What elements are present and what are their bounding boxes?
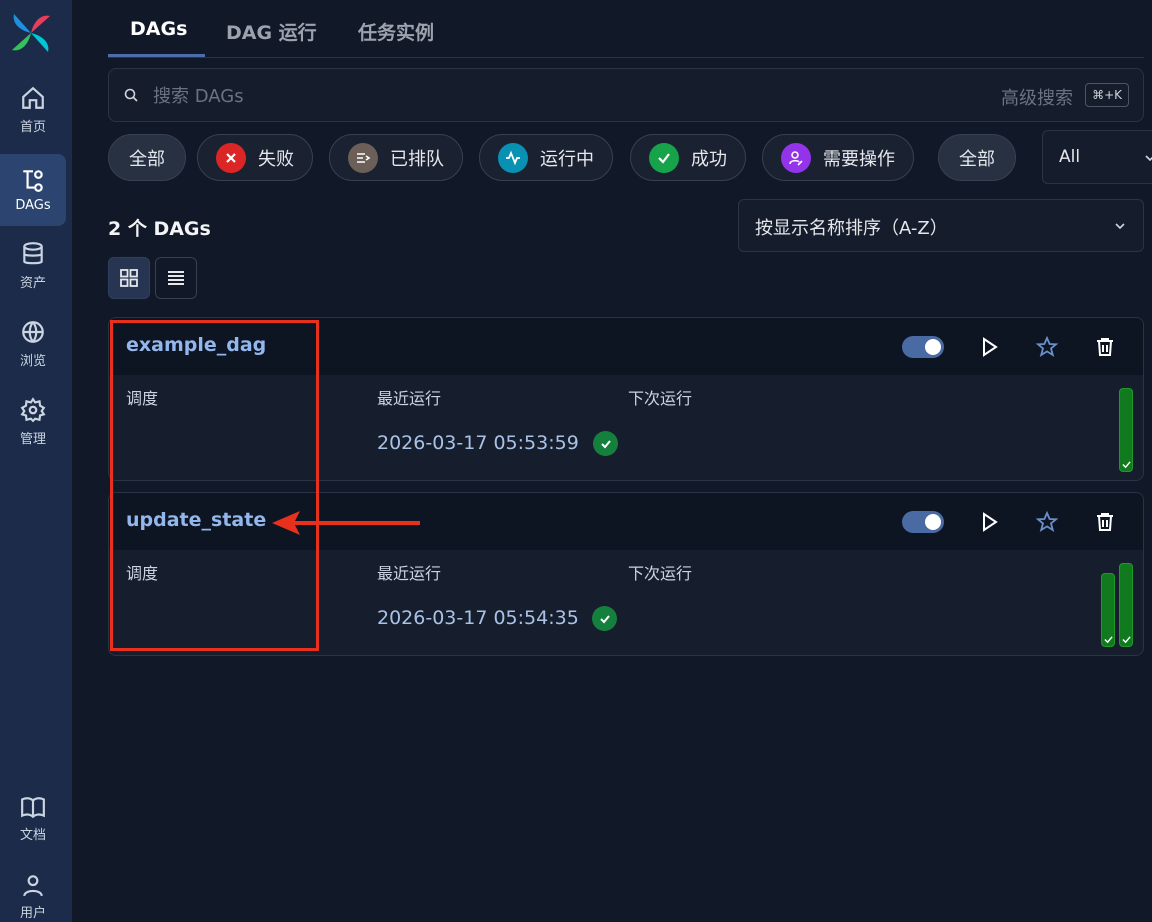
filter-label: 运行中 [540, 148, 594, 170]
advanced-search-button[interactable]: 高级搜索 [1001, 84, 1073, 110]
success-status-icon [593, 431, 618, 456]
filter-label: 全部 [959, 148, 995, 170]
search-icon [124, 88, 138, 102]
filter-label: 已排队 [390, 148, 444, 170]
sidebar: 首页 DAGs 资产 浏览 管理 文档 用户 [0, 0, 72, 922]
run-bar[interactable] [1119, 388, 1133, 472]
run-bar[interactable] [1119, 563, 1133, 647]
gear-icon [20, 397, 46, 423]
active-tab-indicator [108, 54, 205, 57]
dag-pause-toggle[interactable] [902, 336, 944, 358]
database-icon [23, 242, 43, 265]
search-input[interactable] [153, 81, 853, 111]
next-run-label: 下次运行 [628, 389, 693, 408]
dag-card: update_state 调度 最近运行 下次运行 2026-03-17 05:… [108, 492, 1144, 656]
filter-label: 全部 [129, 148, 165, 170]
sidebar-item-label: 浏览 [19, 354, 46, 369]
list-icon [168, 271, 184, 285]
play-icon[interactable] [977, 510, 1001, 534]
sidebar-item-home[interactable]: 首页 [0, 74, 66, 146]
chevron-down-icon [1115, 223, 1125, 230]
tag-select-value: All [1059, 147, 1081, 167]
sidebar-item-label: 管理 [19, 432, 46, 447]
sidebar-item-label: 资产 [19, 276, 46, 291]
success-status-icon [592, 606, 617, 631]
play-icon[interactable] [977, 335, 1001, 359]
dag-card-header: update_state [109, 493, 1143, 550]
user-icon [23, 875, 43, 897]
run-bar[interactable] [1101, 573, 1115, 647]
latest-run-date[interactable]: 2026-03-17 05:53:59 [377, 432, 579, 454]
trash-icon[interactable] [1093, 335, 1117, 359]
trash-icon[interactable] [1093, 510, 1117, 534]
filter-success[interactable]: 成功 [630, 134, 746, 181]
sidebar-item-label: DAGs [15, 198, 51, 213]
shortcut-hint: ⌘+K [1085, 83, 1129, 107]
dag-card-header: example_dag [109, 318, 1143, 375]
sidebar-item-assets[interactable]: 资产 [0, 230, 66, 302]
dag-name-link[interactable]: update_state [126, 509, 266, 531]
tab-task-instances[interactable]: 任务实例 [358, 18, 434, 45]
filter-running[interactable]: 运行中 [479, 134, 613, 181]
filter-needs-action[interactable]: 需要操作 [762, 134, 914, 181]
tag-select[interactable]: All [1042, 130, 1152, 184]
sidebar-item-dags[interactable]: DAGs [0, 154, 66, 226]
filter-all-2[interactable]: 全部 [938, 134, 1016, 181]
queue-icon [348, 142, 378, 173]
star-icon[interactable] [1035, 335, 1059, 359]
sidebar-item-label: 用户 [19, 906, 46, 921]
check-icon [649, 142, 679, 173]
sidebar-item-docs[interactable]: 文档 [0, 794, 66, 843]
user-action-icon [781, 142, 811, 173]
dags-icon [23, 170, 43, 192]
tab-dags[interactable]: DAGs [130, 18, 187, 40]
filter-label: 失败 [258, 148, 294, 170]
latest-run-date[interactable]: 2026-03-17 05:54:35 [377, 607, 579, 629]
schedule-label: 调度 [126, 564, 159, 583]
dag-name-link[interactable]: example_dag [126, 334, 266, 356]
next-run-label: 下次运行 [628, 564, 693, 583]
filter-queued[interactable]: 已排队 [329, 134, 463, 181]
sort-value: 按显示名称排序（A-Z） [755, 218, 948, 239]
sidebar-item-admin[interactable]: 管理 [0, 386, 66, 458]
star-icon[interactable] [1035, 510, 1059, 534]
sidebar-item-label: 文档 [19, 828, 46, 843]
activity-icon [498, 142, 528, 173]
airflow-logo[interactable] [8, 10, 54, 56]
globe-icon [22, 321, 44, 343]
book-icon [21, 797, 45, 819]
schedule-label: 调度 [126, 389, 159, 408]
sort-select[interactable]: 按显示名称排序（A-Z） [738, 199, 1144, 252]
latest-run-label: 最近运行 [377, 564, 442, 583]
dag-count: 2 个 DAGs [108, 218, 211, 240]
card-view-button[interactable] [108, 257, 150, 299]
latest-run-label: 最近运行 [377, 389, 442, 408]
dag-card: example_dag 调度 最近运行 下次运行 2026-03-17 05:5… [108, 317, 1144, 481]
filter-label: 成功 [691, 148, 727, 170]
tab-dag-runs[interactable]: DAG 运行 [226, 18, 317, 45]
x-icon [216, 142, 246, 173]
sidebar-item-user[interactable]: 用户 [0, 872, 66, 921]
filter-all[interactable]: 全部 [108, 134, 186, 181]
tab-bar: DAGs DAG 运行 任务实例 [108, 0, 1144, 58]
sidebar-item-browse[interactable]: 浏览 [0, 308, 66, 380]
sidebar-item-label: 首页 [19, 120, 46, 135]
dag-pause-toggle[interactable] [902, 511, 944, 533]
grid-icon [120, 269, 138, 287]
chevron-down-icon [1145, 155, 1152, 162]
search-bar: 高级搜索 ⌘+K [108, 68, 1144, 122]
home-icon [22, 86, 44, 109]
list-view-button[interactable] [155, 257, 197, 299]
filter-failed[interactable]: 失败 [197, 134, 313, 181]
filter-label: 需要操作 [823, 148, 895, 170]
